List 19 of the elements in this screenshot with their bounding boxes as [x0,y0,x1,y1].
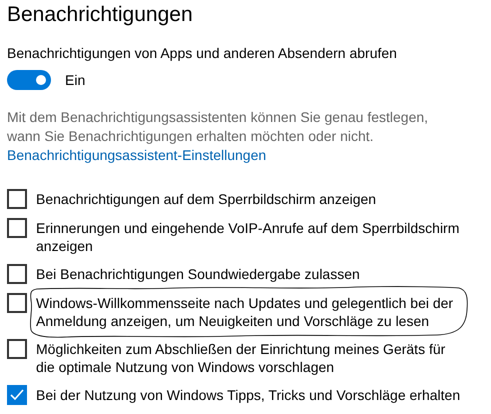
checkbox-label: Bei Benachrichtigungen Soundwiedergabe zulassen [36,265,361,283]
toggle-switch[interactable] [7,70,51,90]
checkbox[interactable] [7,189,27,209]
checkbox[interactable] [7,264,27,284]
checkbox-label: Bei der Nutzung von Windows Tipps, Tricks und Vorschläge erhalten [36,386,462,404]
checkbox[interactable] [7,218,27,238]
page-title: Benachrichtigungen [7,2,194,28]
checkbox-label: Benachrichtigungen auf dem Sperrbildschirm anzeigen [36,190,378,208]
checkbox[interactable] [7,293,27,313]
settings-link[interactable]: Benachrichtigungsassistent-Einstellungen [7,146,266,165]
setting-label: Benachrichtigungen von Apps und anderen Absendern abrufen [7,45,398,61]
checkbox[interactable] [7,385,27,405]
checkbox[interactable] [7,339,27,359]
toggle-state-label: Ein [65,72,86,88]
checkbox-label: Windows-Willkommensseite nach Updates und gelegentlich bei der Anmeldung anzeigen, um Neuigkeiten und Vorschläge zu lesen [36,294,454,330]
check-icon [10,389,24,401]
checkbox-label: Erinnerungen und eingehende VoIP-Anrufe auf dem Sperrbildschirm anzeigen [36,219,460,255]
checkbox-label: Möglichkeiten zum Abschließen der Einrichtung meines Geräts für die optimale Nutzung von Windows vorschlagen [36,340,446,376]
description-text: Mit dem Benachrichtigungsassistenten können Sie genau festlegen, wann Sie Benachrichtigungen erhalten möchten oder nicht. [7,108,430,146]
